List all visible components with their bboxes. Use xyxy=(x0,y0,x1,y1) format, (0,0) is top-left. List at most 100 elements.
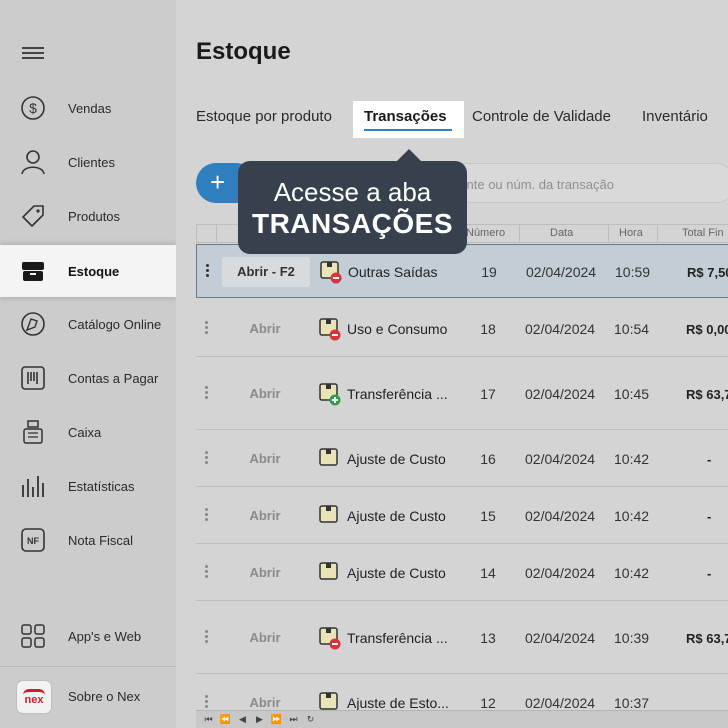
transaction-type: Outras Saídas xyxy=(348,264,438,280)
transaction-total: - xyxy=(707,565,712,581)
refresh-icon[interactable]: ↻ xyxy=(302,714,319,725)
transaction-type: Ajuste de Custo xyxy=(347,507,446,524)
cash-register-icon xyxy=(20,419,46,445)
tab-label: Transações xyxy=(364,108,447,125)
sidebar-item-label: Estoque xyxy=(68,263,120,279)
open-transaction-button[interactable]: Abrir xyxy=(221,444,309,474)
transaction-number: 16 xyxy=(480,450,496,467)
sidebar-item-caixa[interactable]: Caixa xyxy=(0,406,176,458)
open-transaction-button[interactable]: Abrir xyxy=(221,558,309,588)
next-page-icon[interactable]: ▶ xyxy=(251,714,268,725)
sidebar-item-estatisticas[interactable]: Estatísticas xyxy=(0,460,176,512)
sidebar-item-label: Caixa xyxy=(68,424,102,440)
bar-chart-icon xyxy=(20,473,46,499)
sidebar-item-contas-a-pagar[interactable]: Contas a Pagar xyxy=(0,352,176,404)
tab-transacoes[interactable]: Transações xyxy=(353,101,464,138)
tab-underline xyxy=(364,129,452,131)
transaction-time: 10:39 xyxy=(614,629,650,646)
row-menu-icon[interactable] xyxy=(203,694,209,709)
column-separator xyxy=(608,225,609,243)
svg-text:$: $ xyxy=(29,100,37,116)
column-header-total[interactable]: Total Fin xyxy=(682,227,724,239)
table-row[interactable]: Abrir Ajuste de Custo 16 02/04/2024 10:42 - xyxy=(196,430,728,487)
transaction-time: 10:59 xyxy=(615,264,651,280)
sidebar-divider xyxy=(0,666,176,667)
transaction-type: Transferência ... xyxy=(347,629,448,646)
transaction-type: Transferência ... xyxy=(347,385,448,402)
column-separator xyxy=(519,225,520,243)
transaction-time: 10:54 xyxy=(614,320,650,337)
transaction-type-icon xyxy=(319,691,339,711)
transaction-date: 02/04/2024 xyxy=(525,450,596,467)
prev-fast-icon[interactable]: ⏪ xyxy=(217,714,234,725)
row-menu-icon[interactable] xyxy=(203,450,209,465)
open-transaction-button[interactable]: Abrir xyxy=(221,379,309,409)
hamburger-menu-icon[interactable] xyxy=(22,44,44,62)
box-icon xyxy=(20,258,46,284)
last-page-icon[interactable]: ⏭ xyxy=(285,714,302,725)
sidebar-item-label: Produtos xyxy=(68,208,121,224)
transaction-total: R$ 0,00 xyxy=(686,321,728,337)
table-row[interactable]: Abrir Transferência ... 17 02/04/2024 10:45 R… xyxy=(196,357,728,430)
tooltip-line-1: Acesse a aba xyxy=(273,177,432,207)
transaction-date: 02/04/2024 xyxy=(525,564,596,581)
sidebar-item-clientes[interactable]: Clientes xyxy=(0,136,176,188)
tab-inventario[interactable]: Inventário xyxy=(642,108,708,125)
transaction-number: 17 xyxy=(480,385,496,402)
table-row[interactable]: Abrir Transferência ... 13 02/04/2024 10:39 R… xyxy=(196,601,728,674)
row-menu-icon[interactable] xyxy=(203,320,209,335)
row-menu-icon[interactable] xyxy=(203,385,209,400)
table-row[interactable]: Abrir Uso e Consumo 18 02/04/2024 10:54 R$ 0,… xyxy=(196,300,728,357)
transaction-total: R$ 7,50 xyxy=(687,265,728,280)
sidebar-item-sobre-o-nex[interactable]: Sobre o Nex xyxy=(0,670,176,722)
transaction-type-icon xyxy=(320,260,342,284)
search-input[interactable] xyxy=(447,174,727,194)
tab-controle-de-validade[interactable]: Controle de Validade xyxy=(472,108,611,125)
column-header-data[interactable]: Data xyxy=(550,227,573,239)
transaction-date: 02/04/2024 xyxy=(525,694,596,711)
column-header-numero[interactable]: Número xyxy=(466,227,505,239)
svg-text:NF: NF xyxy=(27,536,39,546)
row-menu-icon[interactable] xyxy=(203,564,209,579)
apps-grid-icon xyxy=(20,623,46,649)
table-row[interactable]: Abrir Ajuste de Custo 14 02/04/2024 10:42 - xyxy=(196,544,728,601)
tooltip-callout: Acesse a aba TRANSAÇÕES xyxy=(238,149,467,254)
next-fast-icon[interactable]: ⏩ xyxy=(268,714,285,725)
table-row[interactable]: Abrir Ajuste de Custo 15 02/04/2024 10:42 - xyxy=(196,487,728,544)
column-header-hora[interactable]: Hora xyxy=(619,227,643,239)
sidebar-item-catalogo-online[interactable]: Catálogo Online xyxy=(0,298,176,350)
transaction-number: 14 xyxy=(480,564,496,581)
open-transaction-button[interactable]: Abrir - F2 xyxy=(222,257,310,287)
sidebar-item-label: Sobre o Nex xyxy=(68,688,141,704)
transaction-type-icon xyxy=(319,626,341,649)
transaction-time: 10:42 xyxy=(614,564,650,581)
first-page-icon[interactable]: ⏮ xyxy=(200,714,217,725)
dollar-circle-icon: $ xyxy=(20,95,46,121)
transaction-number: 12 xyxy=(480,694,496,711)
row-menu-icon[interactable] xyxy=(204,263,210,278)
sidebar-item-apps-e-web[interactable]: App's e Web xyxy=(0,610,176,662)
sidebar-item-label: Catálogo Online xyxy=(68,316,162,332)
search-box xyxy=(436,163,728,203)
prev-page-icon[interactable]: ◀ xyxy=(234,714,251,725)
row-menu-icon[interactable] xyxy=(203,507,209,522)
tag-icon xyxy=(20,203,46,229)
nf-icon: NF xyxy=(20,527,46,553)
transaction-type-icon xyxy=(319,504,339,524)
transaction-type: Ajuste de Custo xyxy=(347,564,446,581)
transaction-type-icon xyxy=(319,382,341,405)
open-transaction-button[interactable]: Abrir xyxy=(221,314,309,344)
open-transaction-button[interactable]: Abrir xyxy=(221,623,309,653)
sidebar: $ Vendas Clientes Produtos Estoque Catál… xyxy=(0,0,176,728)
column-separator xyxy=(657,225,658,243)
sidebar-item-produtos[interactable]: Produtos xyxy=(0,190,176,242)
transaction-type-icon xyxy=(319,317,341,340)
sidebar-item-nota-fiscal[interactable]: NF Nota Fiscal xyxy=(0,514,176,566)
transaction-date: 02/04/2024 xyxy=(525,629,596,646)
transaction-date: 02/04/2024 xyxy=(525,385,596,402)
row-menu-icon[interactable] xyxy=(203,629,209,644)
sidebar-item-estoque[interactable]: Estoque xyxy=(0,245,176,297)
open-transaction-button[interactable]: Abrir xyxy=(221,501,309,531)
tab-estoque-por-produto[interactable]: Estoque por produto xyxy=(196,108,332,125)
sidebar-item-vendas[interactable]: $ Vendas xyxy=(0,82,176,134)
